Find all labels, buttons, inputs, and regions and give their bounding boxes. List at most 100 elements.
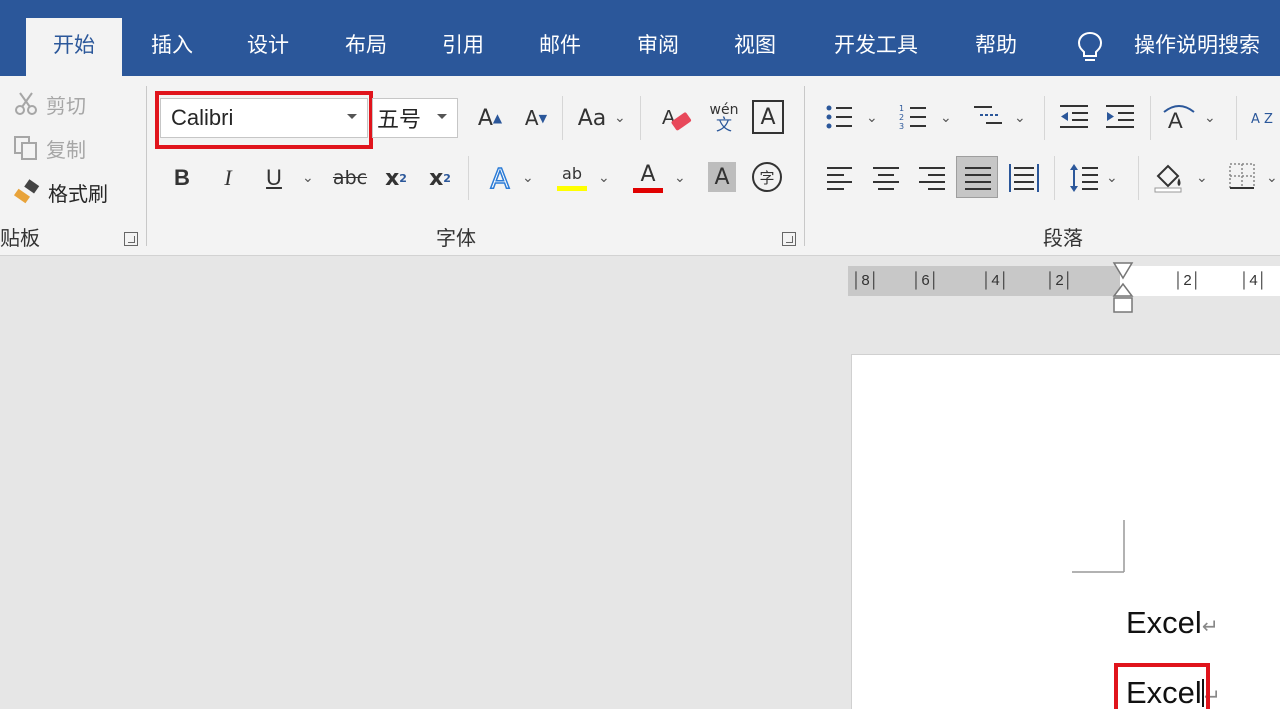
shrink-font-button[interactable]: A ▼	[518, 100, 554, 136]
chevron-down-icon[interactable]: ⌄	[1266, 170, 1278, 186]
text-effects-glyph: A	[490, 161, 511, 196]
format-painter-button[interactable]: 格式刷	[12, 176, 108, 208]
ruler-mark: │2│	[1046, 272, 1074, 289]
format-painter-label: 格式刷	[48, 181, 108, 206]
clear-formatting-icon[interactable]: A	[660, 102, 694, 136]
phonetic-guide-button[interactable]: wén 文	[704, 98, 744, 138]
grow-font-button[interactable]: A ▲	[472, 100, 508, 136]
subscript-button[interactable]: x2	[380, 160, 412, 196]
ruler-mark: │6│	[912, 272, 940, 289]
font-color-button[interactable]: A	[630, 158, 666, 196]
chevron-down-icon[interactable]: ⌄	[302, 170, 314, 186]
text-effects-button[interactable]: A	[482, 160, 518, 196]
superscript-button[interactable]: x2	[424, 160, 456, 196]
highlight-color-bar	[557, 185, 587, 191]
chevron-down-icon[interactable]: ⌄	[598, 170, 610, 186]
bullets-icon[interactable]	[824, 102, 854, 132]
shrink-font-glyph: A	[524, 106, 539, 130]
text-direction-icon[interactable]: A	[1162, 102, 1196, 132]
italic-button[interactable]: I	[212, 160, 244, 196]
separator	[640, 96, 641, 140]
tell-me-search[interactable]: 操作说明搜索	[1122, 18, 1272, 76]
clipboard-dialog-launcher[interactable]	[124, 232, 138, 246]
align-center-icon[interactable]	[872, 164, 900, 192]
sort-glyph: A Z	[1251, 111, 1273, 127]
multilevel-list-icon[interactable]	[972, 102, 1004, 132]
character-shading-button[interactable]: A	[708, 162, 736, 192]
tab-developer[interactable]: 开发工具	[820, 18, 932, 76]
character-shading-glyph: A	[714, 164, 730, 190]
change-case-button[interactable]: Aa	[570, 100, 614, 136]
scissors-icon	[15, 92, 37, 115]
underline-button[interactable]: U	[258, 160, 290, 196]
svg-text:2: 2	[899, 113, 904, 122]
align-right-icon[interactable]	[918, 164, 946, 192]
tab-view[interactable]: 视图	[713, 18, 797, 76]
superscript-glyph: x	[429, 165, 444, 191]
font-color-glyph: A	[640, 161, 656, 187]
ruler-mark: │2│	[1174, 272, 1202, 289]
margin-crop-mark	[1072, 520, 1125, 573]
chevron-down-icon[interactable]: ⌄	[866, 110, 878, 126]
shading-icon[interactable]	[1152, 160, 1186, 194]
line-spacing-icon[interactable]	[1068, 162, 1100, 194]
horizontal-ruler[interactable]: │8│ │6│ │4│ │2│ │2│ │4│	[848, 266, 1280, 296]
justify-button[interactable]	[956, 156, 998, 198]
highlight-glyph: ab	[562, 163, 582, 183]
separator	[468, 156, 469, 200]
font-size-combobox[interactable]: 五号	[372, 98, 458, 138]
separator	[1044, 96, 1045, 140]
lightbulb-icon[interactable]	[1076, 30, 1104, 64]
document-page[interactable]: Excel↵ Excel ↵	[851, 354, 1280, 709]
character-border-button[interactable]: A	[752, 100, 784, 134]
tab-review[interactable]: 审阅	[616, 18, 700, 76]
sort-button[interactable]: A Z	[1250, 100, 1274, 140]
cut-label: 剪切	[46, 93, 86, 118]
tab-help[interactable]: 帮助	[954, 18, 1038, 76]
cut-button[interactable]: 剪切	[12, 88, 86, 120]
superscript-mark: 2	[443, 171, 451, 185]
chevron-down-icon[interactable]: ⌄	[940, 110, 952, 126]
font-dialog-launcher[interactable]	[782, 232, 796, 246]
copy-button[interactable]: 复制	[12, 132, 86, 164]
enclose-characters-button[interactable]: 字	[752, 162, 782, 192]
svg-text:1: 1	[899, 104, 904, 113]
paragraph-mark: ↵	[1201, 616, 1219, 638]
strikethrough-button[interactable]: abc	[330, 160, 370, 196]
chevron-down-icon[interactable]: ⌄	[1014, 110, 1026, 126]
decrease-indent-icon[interactable]	[1058, 102, 1090, 132]
tab-mailings[interactable]: 邮件	[518, 18, 602, 76]
increase-indent-icon[interactable]	[1104, 102, 1136, 132]
borders-icon[interactable]	[1228, 162, 1256, 190]
chevron-down-icon[interactable]	[437, 114, 447, 119]
separator	[1150, 96, 1151, 140]
character-border-glyph: A	[760, 104, 776, 130]
copy-label: 复制	[46, 137, 86, 162]
indent-markers[interactable]	[1111, 262, 1135, 316]
chevron-down-icon[interactable]: ⌄	[674, 170, 686, 186]
bold-button[interactable]: B	[166, 160, 198, 196]
highlight-button[interactable]: ab	[554, 158, 590, 196]
tab-references[interactable]: 引用	[421, 18, 505, 76]
font-group-label: 字体	[436, 226, 476, 250]
copy-icon	[14, 136, 37, 160]
tab-insert[interactable]: 插入	[130, 18, 214, 76]
subscript-mark: 2	[399, 171, 407, 185]
phonetic-guide-bottom: 文	[715, 115, 732, 134]
italic-glyph: I	[224, 165, 232, 190]
document-line[interactable]: Excel↵	[1126, 605, 1219, 641]
separator	[562, 96, 563, 140]
subscript-glyph: x	[385, 165, 400, 191]
tab-layout[interactable]: 布局	[324, 18, 408, 76]
tab-home[interactable]: 开始	[26, 18, 122, 76]
chevron-down-icon[interactable]: ⌄	[614, 110, 626, 126]
tab-design[interactable]: 设计	[226, 18, 310, 76]
chevron-down-icon[interactable]: ⌄	[1106, 170, 1118, 186]
chevron-down-icon[interactable]: ⌄	[1204, 110, 1216, 126]
chevron-down-icon[interactable]: ⌄	[522, 170, 534, 186]
align-left-icon[interactable]	[826, 164, 854, 192]
chevron-down-icon[interactable]: ⌄	[1196, 170, 1208, 186]
numbering-icon[interactable]: 123	[898, 102, 928, 132]
distributed-align-icon[interactable]	[1008, 162, 1040, 194]
font-size-value: 五号	[377, 107, 422, 132]
